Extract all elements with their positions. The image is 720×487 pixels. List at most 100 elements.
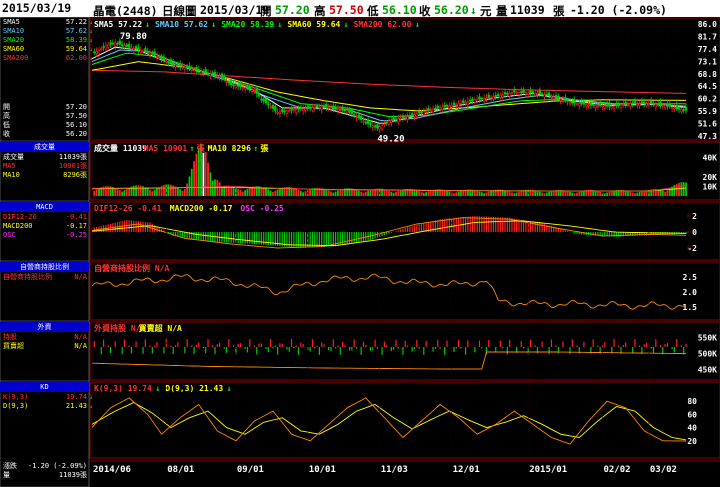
candle-body [308,106,312,109]
candle-body [262,98,265,102]
price-y-tick: 64.5 [698,82,717,91]
candle-body [137,47,140,51]
side-row: SMA200 62.00 ↓ [0,54,93,63]
candle-body [378,126,381,130]
kd-y-tick: 40 [687,424,697,433]
low-value: 56.10 [382,3,417,17]
candle-body [596,105,600,107]
candle-body [141,50,145,53]
volume-bar [415,190,418,196]
candle-body [568,101,572,105]
volume-bar [420,192,423,196]
foreign-header[interactable]: 外資 [0,322,89,332]
price-y-tick: 81.7 [698,32,717,41]
volume-bar [172,185,175,196]
volume-bar [167,184,170,196]
volume-bar [508,191,511,196]
volume-bar [399,190,402,196]
side-row-value: 8296張 [63,171,87,179]
kd-header[interactable]: KD [0,382,89,392]
high-label: 高 [314,4,326,18]
candle-body [271,104,275,109]
x-tick-label: 2015/01 [529,465,567,475]
side-row-value: 11039張 [58,153,87,161]
volume-bar [146,188,149,196]
kd-k-line [91,397,687,445]
candle-body [192,69,196,72]
candle-body [529,90,532,94]
volume-bar [627,191,629,196]
volume-bar [179,189,182,196]
candle-body [580,101,583,105]
down-arrow-icon: ↑ [190,144,195,153]
candle-body [116,42,119,45]
candle-body [301,108,305,111]
candle-body [598,102,602,107]
candle-body [257,92,261,97]
side-row-value: N/A [74,273,87,281]
candle-body [612,105,616,109]
volume-bar [476,190,479,196]
side-row-label: 成交量 [3,153,24,161]
candle-body [253,90,256,92]
candle-body [232,84,235,87]
volume-bar [397,191,400,196]
volume-bar [295,188,298,196]
self-ratio-header[interactable]: 自營商持股比例 [0,262,89,272]
candle-body [617,104,620,106]
candle-body [246,85,249,89]
volume-bar [216,179,219,196]
volume-bar [478,191,481,196]
down-arrow-icon: ↓ [227,384,232,393]
volume-bar [513,193,516,196]
candle-body [450,105,453,108]
side-row-value: -0.41 [65,213,87,221]
volume-bar [332,192,335,196]
volume-bar [596,191,599,196]
candle-body [234,85,238,89]
side-row-value: N/A [74,333,87,341]
candle-body [366,119,370,124]
macd-legend-0: DIF12-26 -0.41 [94,204,162,213]
kd-d-line [91,401,687,441]
self-y-tick: 1.5 [683,303,698,312]
volume-bar [176,187,179,196]
price-y-tick: 73.1 [698,57,717,66]
candle-body [255,87,258,94]
macd-legend-2: OSC -0.25 [240,204,284,213]
volume-bar [246,189,249,196]
volume-bar [262,187,265,196]
volume-header[interactable]: 成交量 [0,142,89,152]
candle-body [424,110,428,113]
candle-body [327,107,330,109]
candle-body [448,105,451,109]
volume-bar [139,185,142,196]
candle-body [304,108,307,111]
panel-frame-price [89,17,720,141]
candle-body [114,42,117,47]
candle-body [165,60,168,63]
candle-body [248,86,251,90]
candle-body [533,93,537,96]
candle-body [443,105,446,108]
volume-bar [190,168,193,196]
foreign-y-tick: 450K [698,366,717,375]
candle-body [181,66,184,69]
volume-bar [661,190,664,196]
macd-header[interactable]: MACD [0,202,89,212]
down-arrow-icon: ↓ [211,20,216,29]
candle-body [647,103,651,105]
candle-body [332,105,335,109]
candle-body [466,101,470,105]
candle-body [285,110,289,115]
candle-body [371,125,374,128]
volume-bar [636,192,639,196]
kd-legend-1: D(9,3) 21.43 [165,384,223,393]
candle-body [241,86,245,89]
candle-body [162,56,166,61]
candle-body [643,101,646,104]
candle-body [566,99,569,102]
candle-body [406,116,409,120]
volume-bar [248,187,251,196]
side-row-value: 56.20 [65,130,87,138]
